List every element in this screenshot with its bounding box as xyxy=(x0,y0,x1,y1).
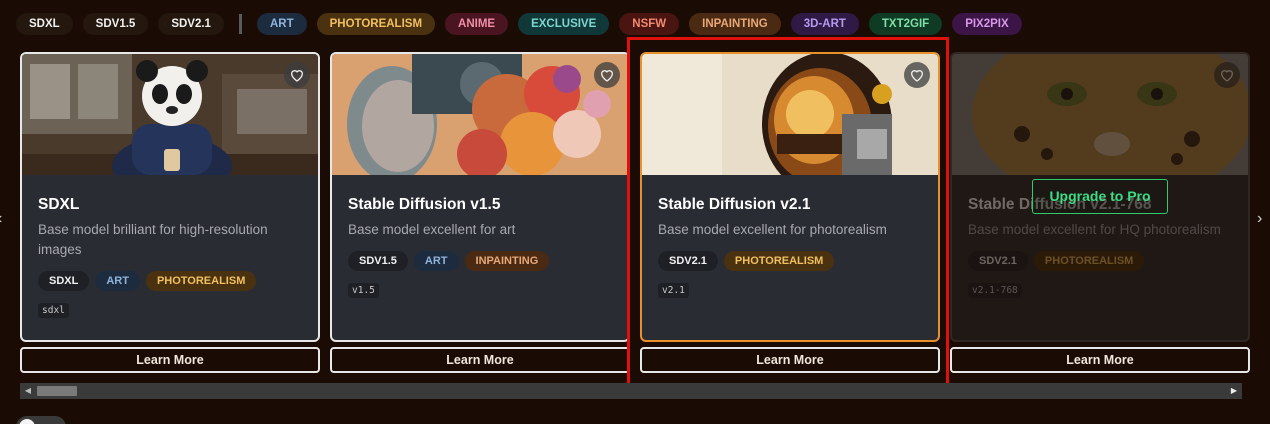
toggle-switch[interactable] xyxy=(16,416,66,424)
heart-icon xyxy=(1220,70,1234,82)
card-tags: SDV2.1 PHOTOREALISM xyxy=(658,251,840,271)
scroll-thumb[interactable] xyxy=(37,386,77,396)
tag-photorealism: PHOTOREALISM xyxy=(145,271,257,291)
model-code: sdxl xyxy=(38,303,69,318)
favorite-button[interactable] xyxy=(284,62,310,88)
tag-sdv21: SDV2.1 xyxy=(658,251,718,271)
learn-more-button[interactable]: Learn More xyxy=(20,347,320,373)
learn-more-button[interactable]: Learn More xyxy=(640,347,940,373)
tag-art: ART xyxy=(413,251,459,271)
filter-photorealism[interactable]: PHOTOREALISM xyxy=(316,13,436,35)
card-description: Base model brilliant for high-resolution… xyxy=(38,222,268,257)
model-code: v2.1 xyxy=(658,283,689,298)
filter-exclusive[interactable]: EXCLUSIVE xyxy=(518,13,610,35)
scroll-right-arrow-icon[interactable]: ▶ xyxy=(1226,383,1242,399)
tag-sdv21: SDV2.1 xyxy=(968,251,1028,271)
filter-sdv21[interactable]: SDV2.1 xyxy=(158,13,224,35)
card-description: Base model excellent for art xyxy=(348,222,516,237)
chevron-right-icon[interactable]: › xyxy=(1257,210,1262,228)
card-tags: SDV1.5 ART INPAINTING xyxy=(348,251,555,271)
model-code: v1.5 xyxy=(348,283,379,298)
tag-inpainting: INPAINTING xyxy=(464,251,550,271)
tag-photorealism: PHOTOREALISM xyxy=(1033,251,1145,271)
card-title: Stable Diffusion v1.5 xyxy=(348,196,501,213)
model-thumbnail xyxy=(22,54,318,175)
filter-pix2pix[interactable]: PIX2PIX xyxy=(952,13,1022,35)
chevron-left-icon[interactable]: ‹ xyxy=(0,210,2,228)
upgrade-to-pro-button[interactable]: Upgrade to Pro xyxy=(1032,179,1168,214)
learn-more-button[interactable]: Learn More xyxy=(330,347,630,373)
model-code: v2.1-768 xyxy=(968,283,1022,298)
filter-nsfw[interactable]: NSFW xyxy=(619,13,680,35)
heart-icon xyxy=(290,70,304,82)
model-thumbnail xyxy=(642,54,938,175)
favorite-button[interactable] xyxy=(1214,62,1240,88)
filter-inpainting[interactable]: INPAINTING xyxy=(689,13,781,35)
model-card-sd-v21[interactable]: Stable Diffusion v2.1 Base model excelle… xyxy=(640,52,940,342)
card-title: Stable Diffusion v2.1 xyxy=(658,196,811,213)
learn-more-button[interactable]: Learn More xyxy=(950,347,1250,373)
tag-sdxl: SDXL xyxy=(38,271,90,291)
card-description: Base model excellent for photorealism xyxy=(658,222,887,237)
card-description: Base model excellent for HQ photorealism xyxy=(968,222,1221,237)
tag-photorealism: PHOTOREALISM xyxy=(723,251,835,271)
card-tags: SDV2.1 PHOTOREALISM xyxy=(968,251,1150,271)
heart-icon xyxy=(910,70,924,82)
tag-art: ART xyxy=(95,271,140,291)
filter-art[interactable]: ART xyxy=(256,13,307,35)
toggle-knob xyxy=(19,419,35,424)
filter-bar: SDXL SDV1.5 SDV2.1 ART PHOTOREALISM ANIM… xyxy=(16,12,1032,36)
card-tags: SDXL ART PHOTOREALISM xyxy=(38,271,262,291)
heart-icon xyxy=(600,70,614,82)
scroll-left-arrow-icon[interactable]: ◀ xyxy=(20,383,36,399)
model-card-sd-v15[interactable]: Stable Diffusion v1.5 Base model excelle… xyxy=(330,52,630,342)
favorite-button[interactable] xyxy=(594,62,620,88)
horizontal-scrollbar[interactable]: ◀ ▶ xyxy=(20,383,1242,399)
filter-3d-art[interactable]: 3D-ART xyxy=(790,13,859,35)
tag-sdv15: SDV1.5 xyxy=(348,251,408,271)
model-thumbnail xyxy=(952,54,1248,175)
filter-divider xyxy=(238,14,242,34)
model-card-sdxl[interactable]: SDXL Base model brilliant for high-resol… xyxy=(20,52,320,342)
filter-anime[interactable]: ANIME xyxy=(445,13,509,35)
model-thumbnail xyxy=(332,54,628,175)
filter-sdv15[interactable]: SDV1.5 xyxy=(82,13,149,35)
filter-sdxl[interactable]: SDXL xyxy=(16,13,73,35)
favorite-button[interactable] xyxy=(904,62,930,88)
card-title: SDXL xyxy=(38,196,80,213)
filter-txt2gif[interactable]: TXT2GIF xyxy=(868,13,943,35)
